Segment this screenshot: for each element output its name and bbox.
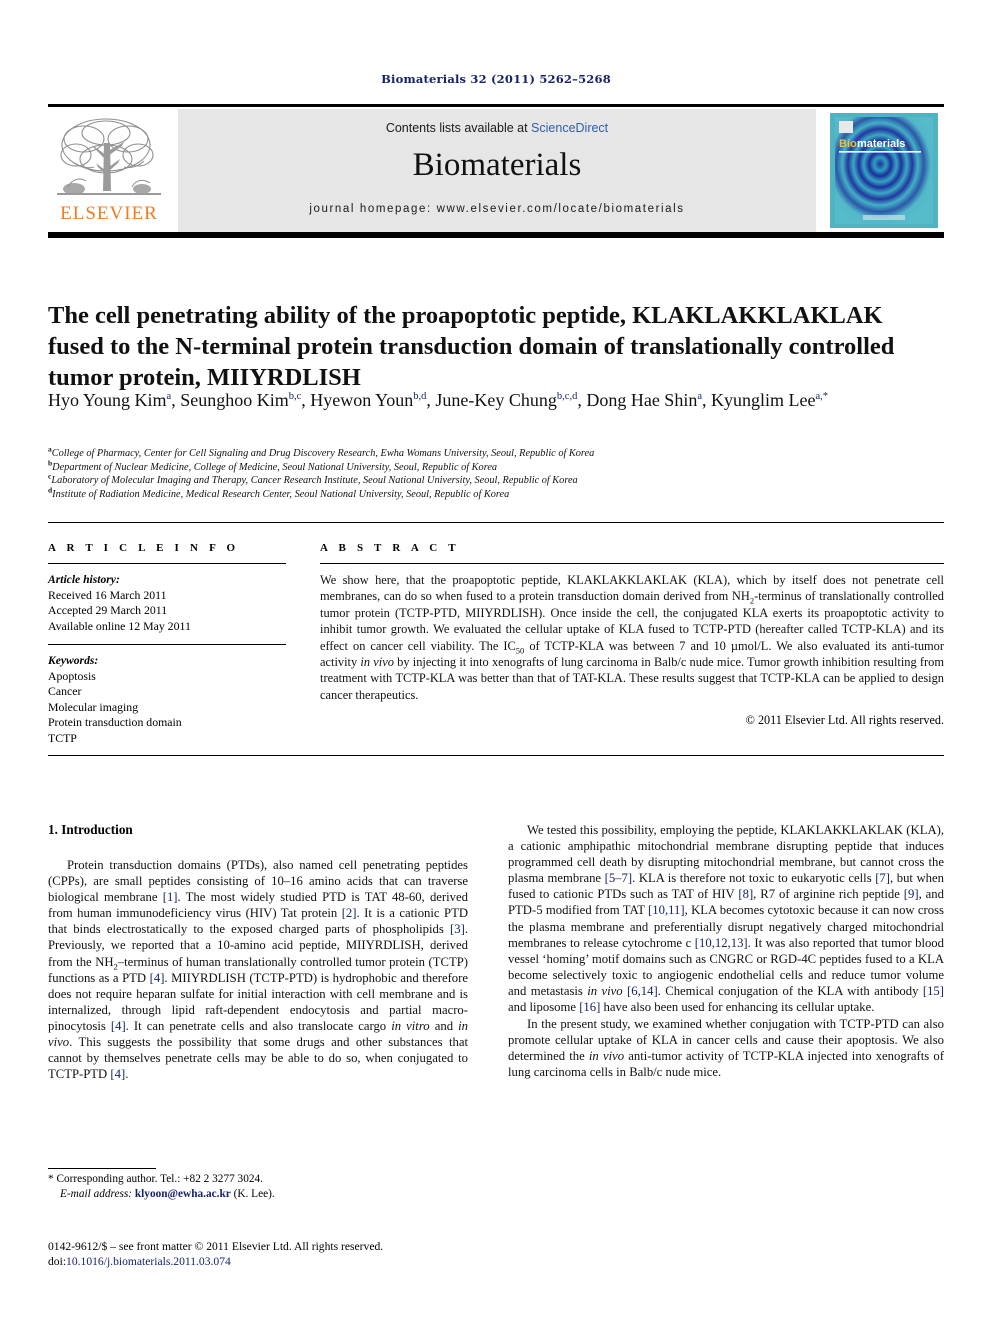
- keyword-item: Apoptosis: [48, 668, 96, 683]
- author-list: Hyo Young Kima, Seunghoo Kimb,c, Hyewon …: [48, 390, 829, 410]
- article-history-item: Accepted 29 March 2011: [48, 603, 168, 617]
- keywords-label: Keywords:: [48, 654, 99, 667]
- journal-cover-thumbnail: Bio materials: [824, 109, 944, 232]
- author-affiliation-mark: a,*: [815, 391, 829, 402]
- masthead-rule-bottom: [48, 232, 944, 238]
- affiliation-mark: d: [48, 485, 53, 495]
- body-column-right: We tested this possibility, employing th…: [508, 822, 944, 1082]
- affiliation-mark: a: [48, 444, 52, 454]
- affiliation-list: aCollege of Pharmacy, Center for Cell Si…: [48, 444, 944, 501]
- intro-paragraph-3: In the present study, we examined whethe…: [508, 1017, 944, 1080]
- svg-text:Bio: Bio: [839, 138, 857, 150]
- affiliation-line: dInstitute of Radiation Medicine, Medica…: [48, 485, 510, 500]
- svg-text:materials: materials: [857, 138, 905, 150]
- section-heading-introduction: 1. Introduction: [48, 822, 133, 837]
- elsevier-wordmark: ELSEVIER: [60, 203, 158, 224]
- author-affiliation-mark: b,c: [288, 391, 302, 402]
- intro-paragraph-2: We tested this possibility, employing th…: [508, 823, 944, 1015]
- contents-prefix: Contents lists available at: [385, 121, 532, 135]
- keyword-item: Molecular imaging: [48, 699, 139, 714]
- affiliation-mark: c: [48, 471, 52, 481]
- biomaterials-cover-icon: Bio materials: [830, 113, 938, 228]
- email-link[interactable]: klyoon@ewha.ac.kr: [135, 1188, 231, 1200]
- contents-available-line: Contents lists available at ScienceDirec…: [178, 121, 816, 135]
- article-info-divider: [48, 563, 286, 564]
- corresponding-author-note: * Corresponding author. Tel.: +82 2 3277…: [48, 1173, 263, 1185]
- abstract-panel-rule-bottom: [48, 755, 944, 756]
- email-note: E-mail address: klyoon@ewha.ac.kr (K. Le…: [48, 1187, 468, 1202]
- running-head: Biomaterials 32 (2011) 5262–5268: [381, 72, 611, 86]
- doi-prefix: doi:: [48, 1254, 67, 1268]
- journal-masthead: ELSEVIER Contents lists available at Sci…: [48, 104, 944, 238]
- keyword-item: TCTP: [48, 730, 77, 745]
- abstract-divider: [320, 563, 944, 564]
- abstract-panel-rule-top: [48, 522, 944, 523]
- author-affiliation-mark: b,d: [413, 391, 427, 402]
- footnote-block: * Corresponding author. Tel.: +82 2 3277…: [48, 1172, 468, 1202]
- author-affiliation-mark: b,c,d: [556, 391, 578, 402]
- abstract-copyright: © 2011 Elsevier Ltd. All rights reserved…: [745, 713, 944, 728]
- article-history-item: Available online 12 May 2011: [48, 618, 191, 633]
- footnote-rule: [48, 1168, 156, 1169]
- author-name: June-Key Chung: [435, 390, 557, 410]
- author-name: Hyo Young Kim: [48, 390, 167, 410]
- affiliation-line: aCollege of Pharmacy, Center for Cell Si…: [48, 444, 595, 459]
- article-history-label: Article history:: [48, 573, 120, 586]
- article-info-block: A R T I C L E I N F O Article history: R…: [48, 542, 286, 746]
- abstract-heading: A B S T R A C T: [320, 542, 460, 554]
- journal-article-page: Biomaterials 32 (2011) 5262–5268 ELSEVIE…: [0, 0, 992, 1323]
- author-affiliation-mark: a: [166, 391, 172, 402]
- keyword-lines: Apoptosis Cancer Molecular imaging Protein …: [48, 669, 286, 747]
- author-affiliation-mark: a: [697, 391, 702, 402]
- abstract-block: A B S T R A C T We show here, that the p…: [320, 542, 944, 728]
- article-history-lines: Received 16 March 2011 Accepted 29 March …: [48, 588, 286, 635]
- affiliation-mark: b: [48, 458, 53, 468]
- masthead-rule-top: [48, 104, 944, 107]
- journal-homepage-link[interactable]: journal homepage: www.elsevier.com/locat…: [178, 203, 816, 215]
- body-column-left: 1. Introduction Protein transduction dom…: [48, 822, 468, 1083]
- email-owner: (K. Lee).: [233, 1188, 275, 1200]
- email-label: E-mail address:: [60, 1188, 133, 1200]
- article-history-item: Received 16 March 2011: [48, 587, 167, 602]
- abstract-text: We show here, that the proapoptotic pept…: [320, 573, 944, 702]
- colophon-block: 0142-9612/$ – see front matter © 2011 El…: [48, 1240, 478, 1269]
- elsevier-tree-icon: [57, 118, 161, 195]
- masthead-center-panel: Contents lists available at ScienceDirec…: [178, 109, 816, 232]
- sciencedirect-link[interactable]: ScienceDirect: [531, 121, 608, 135]
- author-name: Kyunglim Lee: [711, 390, 816, 410]
- affiliation-line: cLaboratory of Molecular Imaging and The…: [48, 471, 578, 487]
- elsevier-logo: ELSEVIER: [48, 109, 170, 232]
- journal-title: Biomaterials: [412, 147, 582, 183]
- keywords-divider: [48, 644, 286, 645]
- keyword-item: Protein transduction domain: [48, 715, 182, 729]
- page-title: The cell penetrating ability of the proa…: [48, 302, 895, 392]
- issn-line: 0142-9612/$ – see front matter © 2011 El…: [48, 1240, 384, 1253]
- doi-link[interactable]: 10.1016/j.biomaterials.2011.03.074: [66, 1255, 231, 1268]
- author-name: Hyewon Youn: [310, 390, 414, 410]
- author-name: Dong Hae Shin: [586, 390, 698, 410]
- keyword-item: Cancer: [48, 684, 82, 698]
- doi-line: doi:10.1016/j.biomaterials.2011.03.074: [48, 1255, 478, 1270]
- intro-paragraph-1: Protein transduction domains (PTDs), als…: [48, 858, 469, 1082]
- affiliation-line: bDepartment of Nuclear Medicine, College…: [48, 458, 498, 473]
- author-name: Seunghoo Kim: [180, 390, 289, 410]
- article-info-heading: A R T I C L E I N F O: [48, 542, 240, 554]
